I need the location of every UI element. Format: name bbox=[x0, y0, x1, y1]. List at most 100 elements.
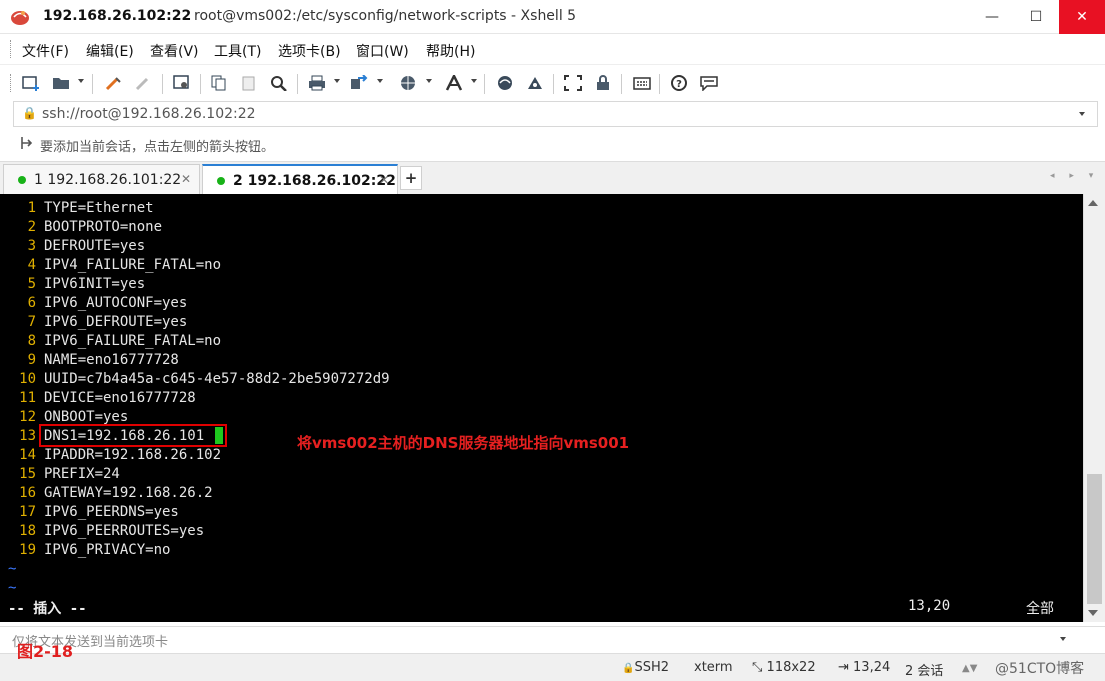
menu-tools[interactable]: 工具(T) bbox=[214, 41, 261, 61]
address-bar[interactable]: 🔒 ssh://root@192.168.26.102:22 bbox=[13, 101, 1098, 127]
reconnect-icon[interactable] bbox=[103, 73, 125, 93]
line-text: GATEWAY=192.168.26.2 bbox=[44, 485, 213, 501]
copy-icon[interactable] bbox=[208, 73, 230, 93]
menu-help[interactable]: 帮助(H) bbox=[426, 41, 475, 61]
close-tab-icon[interactable]: ✕ bbox=[379, 173, 389, 187]
menu-file[interactable]: 文件(F) bbox=[22, 41, 69, 61]
print-icon[interactable] bbox=[306, 73, 328, 93]
terminal-area[interactable]: 1 TYPE=Ethernet 2 BOOTPROTO=none 3 DEFROUTE=y… bbox=[0, 194, 1083, 622]
tab-navigation-icon[interactable]: ◂ ▸ ▾ bbox=[1050, 171, 1099, 181]
minimize-button[interactable]: — bbox=[969, 0, 1015, 34]
line-number: 2 bbox=[27, 219, 36, 235]
find-icon[interactable] bbox=[268, 73, 290, 93]
terminal-line: 17 IPV6_PEERDNS=yes bbox=[0, 503, 179, 522]
lock-icon: 🔒 bbox=[622, 663, 635, 674]
figure-label: 图2-18 bbox=[17, 642, 74, 661]
vim-cursor-position: 13,20 bbox=[908, 598, 951, 614]
address-dropdown-icon[interactable] bbox=[1079, 112, 1085, 116]
line-text: IPV6_FAILURE_FATAL=no bbox=[44, 333, 222, 349]
line-number: 17 bbox=[19, 504, 36, 520]
line-number: 13 bbox=[19, 428, 36, 444]
disconnect-icon[interactable] bbox=[133, 73, 155, 93]
resize-icon: ⤡ bbox=[752, 660, 767, 675]
xftp-icon[interactable] bbox=[494, 73, 516, 93]
line-text: ONBOOT=yes bbox=[44, 409, 129, 425]
help-icon[interactable]: ? bbox=[668, 73, 690, 93]
status-bar: 图2-18 🔒SSH2 xterm ⤡ 118x22 ⇥ 13,24 2 会话 … bbox=[0, 642, 1105, 681]
print-dropdown-icon[interactable] bbox=[334, 79, 340, 83]
line-text: IPV6INIT=yes bbox=[44, 276, 146, 292]
session-hint-text: 要添加当前会话，点击左侧的箭头按钮。 bbox=[40, 140, 275, 155]
menu-view[interactable]: 查看(V) bbox=[150, 41, 199, 61]
scrollbar-thumb[interactable] bbox=[1087, 474, 1102, 604]
menu-window[interactable]: 窗口(W) bbox=[356, 41, 409, 61]
connected-status-icon bbox=[18, 176, 26, 184]
status-terminal-type: xterm bbox=[694, 660, 733, 675]
menu-grip[interactable] bbox=[10, 40, 13, 58]
line-number: 11 bbox=[19, 390, 36, 406]
open-dropdown-icon[interactable] bbox=[78, 79, 84, 83]
window-title-host: 192.168.26.102:22 bbox=[43, 8, 192, 24]
line-text: DEFROUTE=yes bbox=[44, 238, 146, 254]
line-text: IPV6_AUTOCONF=yes bbox=[44, 295, 188, 311]
toolbar-grip[interactable] bbox=[10, 74, 13, 92]
annotation-text: 将vms002主机的DNS服务器地址指向vms001 bbox=[297, 434, 630, 452]
maximize-button[interactable]: ☐ bbox=[1013, 0, 1059, 34]
session-nav-icon[interactable]: ▲▼ bbox=[962, 663, 977, 674]
lock-icon[interactable] bbox=[592, 73, 614, 93]
xshell-app-icon[interactable] bbox=[10, 8, 30, 26]
session-tab-1[interactable]: 1 192.168.26.101:22 ✕ bbox=[3, 164, 200, 195]
toolbar-separator bbox=[553, 74, 554, 94]
line-number: 6 bbox=[27, 295, 36, 311]
font-dropdown-icon[interactable] bbox=[471, 79, 477, 83]
line-number: 1 bbox=[27, 200, 36, 216]
open-folder-icon[interactable] bbox=[50, 73, 72, 93]
lock-icon: 🔒 bbox=[22, 106, 37, 120]
terminal-scrollbar[interactable] bbox=[1083, 194, 1105, 622]
session-tab-2[interactable]: 2 192.168.26.102:22 ✕ bbox=[202, 164, 398, 195]
paste-icon[interactable] bbox=[238, 73, 260, 93]
chat-icon[interactable] bbox=[698, 73, 720, 93]
send-text-bar[interactable]: 仅将文本发送到当前选项卡 bbox=[0, 626, 1105, 650]
transfer-dropdown-icon[interactable] bbox=[377, 79, 383, 83]
terminal-line: 16 GATEWAY=192.168.26.2 bbox=[0, 484, 213, 503]
menu-tabs[interactable]: 选项卡(B) bbox=[278, 41, 341, 61]
close-window-button[interactable]: ✕ bbox=[1059, 0, 1105, 34]
terminal-line: 11 DEVICE=eno16777728 bbox=[0, 389, 196, 408]
font-icon[interactable] bbox=[443, 73, 465, 93]
send-dropdown-icon[interactable] bbox=[1060, 637, 1066, 641]
terminal-line: 9 NAME=eno16777728 bbox=[0, 351, 179, 370]
line-number: 14 bbox=[19, 447, 36, 463]
globe-icon[interactable] bbox=[397, 73, 419, 93]
line-text: IPV6_DEFROUTE=yes bbox=[44, 314, 188, 330]
address-input[interactable]: ssh://root@192.168.26.102:22 bbox=[42, 106, 256, 122]
line-number: 10 bbox=[19, 371, 36, 387]
arrow-icon[interactable] bbox=[20, 136, 34, 153]
new-session-icon[interactable] bbox=[20, 73, 42, 93]
tilde-marker: ~ bbox=[8, 580, 17, 596]
terminal-line: 6 IPV6_AUTOCONF=yes bbox=[0, 294, 188, 313]
scroll-down-icon[interactable] bbox=[1088, 610, 1098, 616]
line-number: 9 bbox=[27, 352, 36, 368]
terminal-line: 8 IPV6_FAILURE_FATAL=no bbox=[0, 332, 221, 351]
add-tab-button[interactable]: + bbox=[400, 166, 422, 190]
close-tab-icon[interactable]: ✕ bbox=[181, 172, 191, 186]
terminal-line: 7 IPV6_DEFROUTE=yes bbox=[0, 313, 188, 332]
toolbar-separator bbox=[162, 74, 163, 94]
terminal-line: 10 UUID=c7b4a45a-c645-4e57-88d2-2be590727… bbox=[0, 370, 389, 389]
properties-icon[interactable] bbox=[171, 73, 193, 93]
xmanager-icon[interactable] bbox=[524, 73, 546, 93]
fullscreen-icon[interactable] bbox=[562, 73, 584, 93]
globe-dropdown-icon[interactable] bbox=[426, 79, 432, 83]
title-bar: 192.168.26.102:22 root@vms002:/etc/sysco… bbox=[0, 0, 1105, 34]
keyboard-icon[interactable] bbox=[631, 73, 653, 93]
menu-edit[interactable]: 编辑(E) bbox=[86, 41, 134, 61]
toolbar-separator bbox=[297, 74, 298, 94]
line-number: 4 bbox=[27, 257, 36, 273]
line-number: 7 bbox=[27, 314, 36, 330]
empty-line-tilde: ~ bbox=[0, 579, 16, 598]
scroll-up-icon[interactable] bbox=[1088, 200, 1098, 206]
line-text: TYPE=Ethernet bbox=[44, 200, 154, 216]
line-text: BOOTPROTO=none bbox=[44, 219, 163, 235]
transfer-icon[interactable] bbox=[348, 73, 370, 93]
